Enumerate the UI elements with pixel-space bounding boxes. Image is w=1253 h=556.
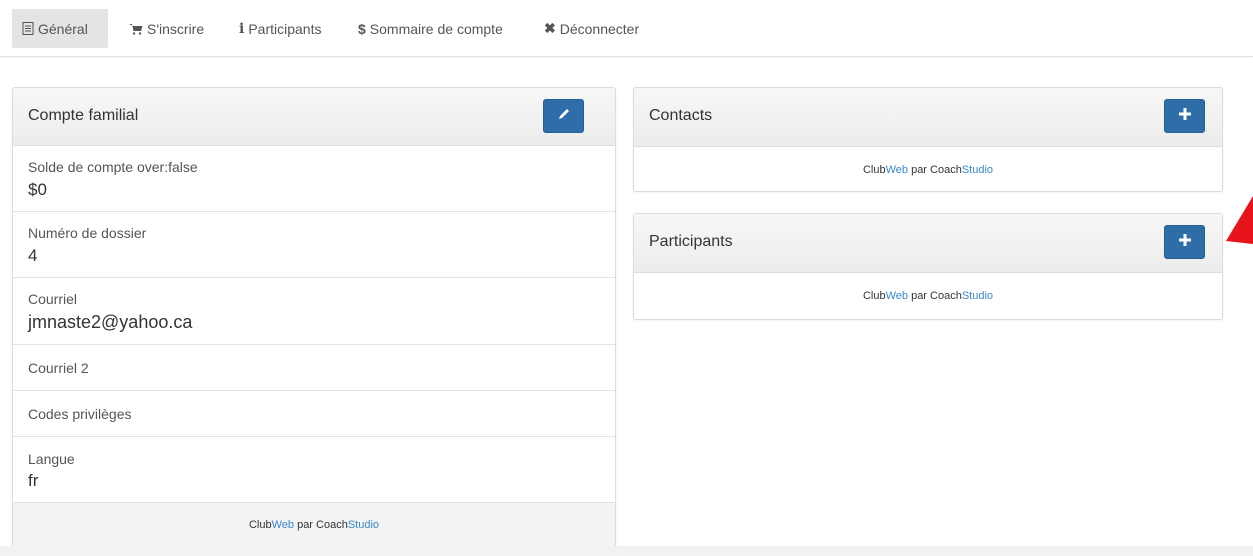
field-value: jmnaste2@yahoo.ca xyxy=(28,312,193,332)
field-dossier: Numéro de dossier 4 xyxy=(13,212,615,278)
nav-label-general: Général xyxy=(38,20,88,37)
field-langue: Langue fr xyxy=(13,437,615,502)
pencil-icon xyxy=(557,107,571,126)
footer-web: Web xyxy=(885,290,909,302)
info-icon: i xyxy=(239,20,245,37)
document-icon xyxy=(22,22,34,35)
edit-account-button[interactable] xyxy=(543,99,584,133)
field-label: Langue xyxy=(28,451,75,467)
clubweb-footer: ClubWeb par CoachStudio xyxy=(13,502,615,548)
nav-tab-inscrire[interactable]: S'inscrire xyxy=(129,9,204,48)
add-contact-button[interactable] xyxy=(1164,99,1205,133)
nav-tab-deconnecter[interactable]: ✖ Déconnecter xyxy=(544,9,639,48)
account-panel-title: Compte familial xyxy=(28,107,139,124)
nav-label-sommaire: Sommaire de compte xyxy=(369,20,503,37)
participants-panel-title: Participants xyxy=(649,233,733,250)
field-label: Codes privilèges xyxy=(28,406,132,422)
cart-icon xyxy=(129,23,143,35)
field-courriel: Courriel jmnaste2@yahoo.ca xyxy=(13,278,615,345)
clubweb-footer: ClubWeb par CoachStudio xyxy=(634,273,1222,319)
nav-tab-sommaire[interactable]: $ Sommaire de compte xyxy=(358,9,503,48)
nav-label-deconnecter: Déconnecter xyxy=(559,20,640,37)
plus-icon xyxy=(1178,107,1191,125)
nav-label-inscrire: S'inscrire xyxy=(147,20,205,37)
participants-panel-header: Participants xyxy=(634,214,1222,273)
field-value: $0 xyxy=(28,180,47,199)
field-codes-privileges: Codes privilèges xyxy=(13,391,615,437)
nav-label-participants: Participants xyxy=(248,20,322,37)
nav-tab-general[interactable]: Général xyxy=(12,9,108,48)
field-label: Numéro de dossier xyxy=(28,225,147,241)
account-panel: Compte familial Solde de compte over:fal… xyxy=(12,87,616,549)
clubweb-footer: ClubWeb par CoachStudio xyxy=(634,147,1222,191)
contacts-panel-title: Contacts xyxy=(649,107,713,124)
field-solde: Solde de compte over:false $0 xyxy=(13,146,615,212)
bottom-strip xyxy=(0,546,1253,556)
field-label: Courriel xyxy=(28,291,78,307)
footer-par: par Coach xyxy=(908,164,962,176)
contacts-panel-header: Contacts xyxy=(634,88,1222,147)
dollar-icon: $ xyxy=(358,20,366,37)
footer-studio: Studio xyxy=(347,519,380,531)
field-label: Solde de compte over:false xyxy=(28,159,198,175)
footer-par: par Coach xyxy=(908,290,962,302)
field-value: 4 xyxy=(28,246,38,265)
close-icon: ✖ xyxy=(544,20,556,36)
footer-web: Web xyxy=(885,164,909,176)
field-value: fr xyxy=(28,471,39,490)
nav-tab-participants[interactable]: i Participants xyxy=(239,9,321,48)
top-nav: Général S'inscrire i Participants $ Somm… xyxy=(0,0,1253,57)
footer-par: par Coach xyxy=(294,519,348,531)
account-panel-header: Compte familial xyxy=(13,88,615,146)
footer-club: Club xyxy=(248,519,272,531)
footer-studio: Studio xyxy=(961,164,994,176)
plus-icon xyxy=(1178,233,1191,251)
footer-club: Club xyxy=(862,164,886,176)
field-courriel2: Courriel 2 xyxy=(13,345,615,391)
footer-studio: Studio xyxy=(961,290,994,302)
contacts-panel: Contacts ClubWeb par CoachStudio xyxy=(633,87,1223,192)
participants-panel: Participants ClubWeb par CoachStudio xyxy=(633,213,1223,320)
annotation-arrow-icon xyxy=(1226,196,1253,244)
field-label: Courriel 2 xyxy=(28,360,89,376)
add-participant-button[interactable] xyxy=(1164,225,1205,259)
footer-club: Club xyxy=(862,290,886,302)
footer-web: Web xyxy=(271,519,295,531)
